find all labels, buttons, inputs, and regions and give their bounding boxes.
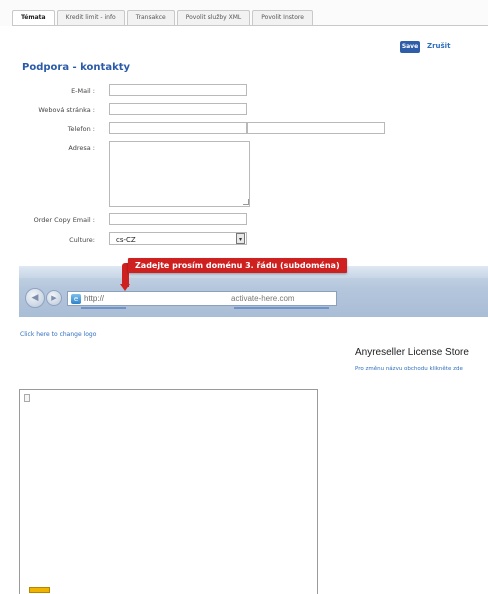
chevron-down-icon[interactable]: ▾ [236, 233, 245, 244]
phone-extra-field[interactable] [247, 122, 385, 134]
order-copy-email-field[interactable] [109, 213, 247, 225]
logo-preview-frame [19, 389, 318, 594]
broken-image-icon [24, 394, 30, 402]
yellow-tab-marker [29, 587, 50, 593]
address-label: Adresa : [68, 144, 95, 152]
tab-divider [12, 25, 488, 26]
order-copy-email-label: Order Copy Email : [33, 216, 95, 224]
website-label: Webová stránka : [38, 106, 95, 114]
subdomain-callout: Zadejte prosím doménu 3. řádu (subdoména… [128, 258, 347, 273]
tab-kredit-limit[interactable]: Kredit limit - info [56, 10, 125, 25]
forward-arrow-icon: ▶ [46, 290, 62, 306]
tab-bar: Témata Kredit limit - info Transakce Pov… [12, 10, 315, 26]
tab-povolit-instore[interactable]: Povolit Instore [252, 10, 313, 25]
url-prefix: http:// [84, 294, 105, 303]
save-button[interactable]: Save [400, 41, 420, 53]
email-label: E-Mail : [71, 87, 95, 95]
store-title: Anyreseller License Store [355, 347, 469, 358]
culture-label: Culture: [69, 236, 95, 244]
resize-grip-icon[interactable] [243, 199, 249, 205]
callout-arrow-icon [120, 284, 130, 291]
domain-highlight [234, 307, 329, 309]
back-arrow-icon: ◀ [25, 288, 45, 308]
address-bar: e http:// activate-here.com [67, 291, 337, 306]
tab-transakce[interactable]: Transakce [126, 10, 175, 25]
browser-preview-image: ◀ ▶ e http:// activate-here.com [19, 266, 488, 317]
phone-field[interactable] [109, 122, 247, 134]
phone-label: Telefon : [67, 125, 95, 133]
cancel-link[interactable]: Zrušit [427, 42, 450, 50]
email-field[interactable] [109, 84, 247, 96]
culture-select-value: cs-CZ [116, 236, 136, 244]
website-field[interactable] [109, 103, 247, 115]
address-textarea[interactable] [109, 141, 250, 207]
tab-povolit-xml[interactable]: Povolit služby XML [176, 10, 251, 25]
url-highlight [81, 307, 126, 309]
url-domain: activate-here.com [231, 294, 295, 303]
ie-globe-icon: e [71, 294, 81, 304]
section-title: Podpora - kontakty [22, 62, 131, 73]
change-logo-link[interactable]: Click here to change logo [20, 331, 96, 338]
tab-temata[interactable]: Témata [12, 10, 55, 26]
change-store-name-link[interactable]: Pro změnu názvu obchodu klikněte zde [355, 366, 463, 372]
